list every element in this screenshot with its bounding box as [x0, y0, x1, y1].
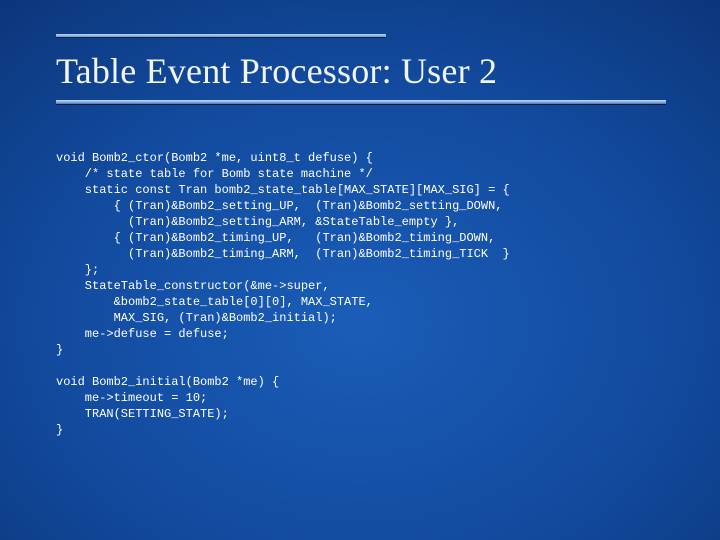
- top-accent-bar: [56, 34, 386, 37]
- slide-title: Table Event Processor: User 2: [56, 50, 497, 92]
- title-underline: [56, 100, 666, 104]
- code-block: void Bomb2_ctor(Bomb2 *me, uint8_t defus…: [56, 150, 696, 438]
- slide: Table Event Processor: User 2 void Bomb2…: [0, 0, 720, 540]
